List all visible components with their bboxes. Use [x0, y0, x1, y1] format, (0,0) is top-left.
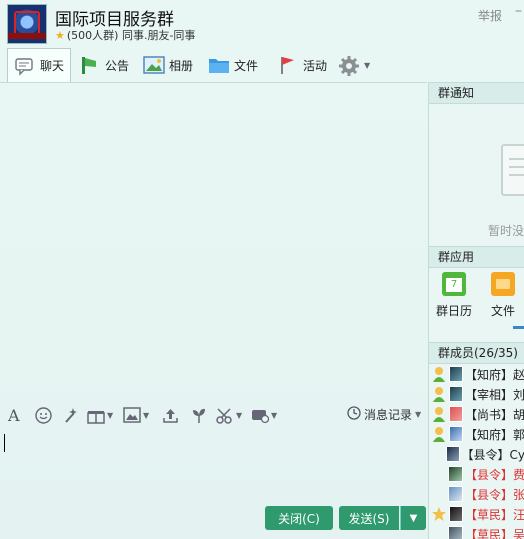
member-avatar	[449, 366, 463, 382]
admin-icon	[432, 366, 446, 382]
tab-files[interactable]: 文件	[202, 48, 264, 82]
chat-bubble-icon	[14, 56, 34, 76]
member-item[interactable]: 【县令】费	[429, 464, 524, 484]
member-avatar	[446, 446, 460, 462]
gear-icon	[338, 55, 359, 76]
member-item[interactable]: 【县令】张	[429, 484, 524, 504]
message-history-area[interactable]	[0, 82, 427, 398]
tab-settings[interactable]: ▼	[332, 48, 376, 82]
member-avatar	[447, 466, 463, 482]
group-subtitle: ★ (500人群) 同事.朋友-同事	[55, 29, 196, 42]
member-item[interactable]: 【知府】郭	[429, 424, 524, 444]
member-avatar	[449, 426, 463, 442]
text-caret	[4, 434, 5, 452]
group-header: 国际项目服务群 ★ (500人群) 同事.朋友-同事 举报 –	[0, 0, 524, 46]
app-group-calendar[interactable]: 7 群日历	[434, 272, 474, 319]
member-avatar	[449, 406, 463, 422]
member-item[interactable]: 【尚书】胡	[429, 404, 524, 424]
members-section-title: 群成员(26/35)	[429, 342, 524, 364]
tab-chat[interactable]: 聊天	[7, 48, 72, 82]
message-history-button[interactable]: 消息记录 ▼	[347, 406, 421, 423]
tab-bar: 聊天 公告 相册 文件 活动 ▼	[0, 48, 524, 82]
member-item[interactable]: 【知府】赵	[429, 364, 524, 384]
file-folder-icon	[491, 272, 515, 296]
font-icon[interactable]: A	[8, 406, 20, 425]
clock-icon	[347, 406, 361, 423]
tab-activity[interactable]: 活动	[271, 48, 333, 82]
member-avatar	[447, 486, 463, 502]
member-avatar	[447, 526, 463, 539]
owner-star-icon	[432, 506, 446, 522]
photo-album-icon	[143, 55, 165, 75]
emoji-icon[interactable]	[35, 406, 52, 424]
chevron-down-icon: ▼	[409, 512, 418, 524]
star-icon: ★	[55, 29, 65, 42]
send-button[interactable]: 发送(S)	[339, 506, 399, 530]
send-options-dropdown[interactable]: ▼	[400, 506, 426, 530]
member-item[interactable]: 【县令】Cy	[429, 444, 524, 464]
group-avatar[interactable]	[7, 4, 47, 44]
tab-announcement[interactable]: 公告	[73, 48, 135, 82]
report-link[interactable]: 举报	[478, 7, 502, 24]
folder-icon	[208, 55, 229, 75]
app-group-files[interactable]: 文件	[483, 272, 523, 319]
member-item[interactable]: 【草民】吴	[429, 524, 524, 539]
close-button[interactable]: 关闭(C)	[265, 506, 333, 530]
apps-section-title: 群应用	[429, 246, 524, 268]
member-item[interactable]: 【宰相】刘	[429, 384, 524, 404]
flower-icon[interactable]	[190, 406, 208, 424]
admin-icon	[432, 426, 446, 442]
group-notice-panel[interactable]: 暂时没	[429, 104, 524, 246]
chevron-down-icon: ▼	[415, 410, 422, 419]
message-input[interactable]	[0, 429, 427, 503]
screen-share-icon[interactable]: ▼	[251, 406, 277, 424]
admin-icon	[432, 406, 446, 422]
group-sidebar: 群通知 暂时没 群应用 7 群日历 文件 群成员(26/35) 【知府】赵 【宰…	[428, 82, 524, 539]
magic-wand-icon[interactable]	[62, 406, 79, 424]
upload-icon[interactable]	[162, 406, 179, 424]
scissors-icon[interactable]: ▼	[216, 406, 242, 424]
tab-album[interactable]: 相册	[137, 48, 199, 82]
member-avatar	[449, 386, 463, 402]
megaphone-icon	[79, 55, 99, 75]
notice-empty-text: 暂时没	[488, 224, 524, 238]
document-icon	[501, 144, 524, 196]
chevron-down-icon: ▼	[364, 60, 371, 70]
gift-icon[interactable]: ▼	[87, 406, 113, 424]
calendar-icon: 7	[442, 272, 466, 296]
image-icon[interactable]: ▼	[123, 406, 149, 424]
notice-section-title: 群通知	[429, 82, 524, 104]
admin-icon	[432, 386, 446, 402]
member-item[interactable]: 【草民】汪	[429, 504, 524, 524]
flag-icon	[277, 55, 297, 75]
apps-scroll-indicator	[513, 326, 524, 329]
minimize-icon[interactable]: –	[515, 3, 522, 19]
member-avatar	[449, 506, 463, 522]
